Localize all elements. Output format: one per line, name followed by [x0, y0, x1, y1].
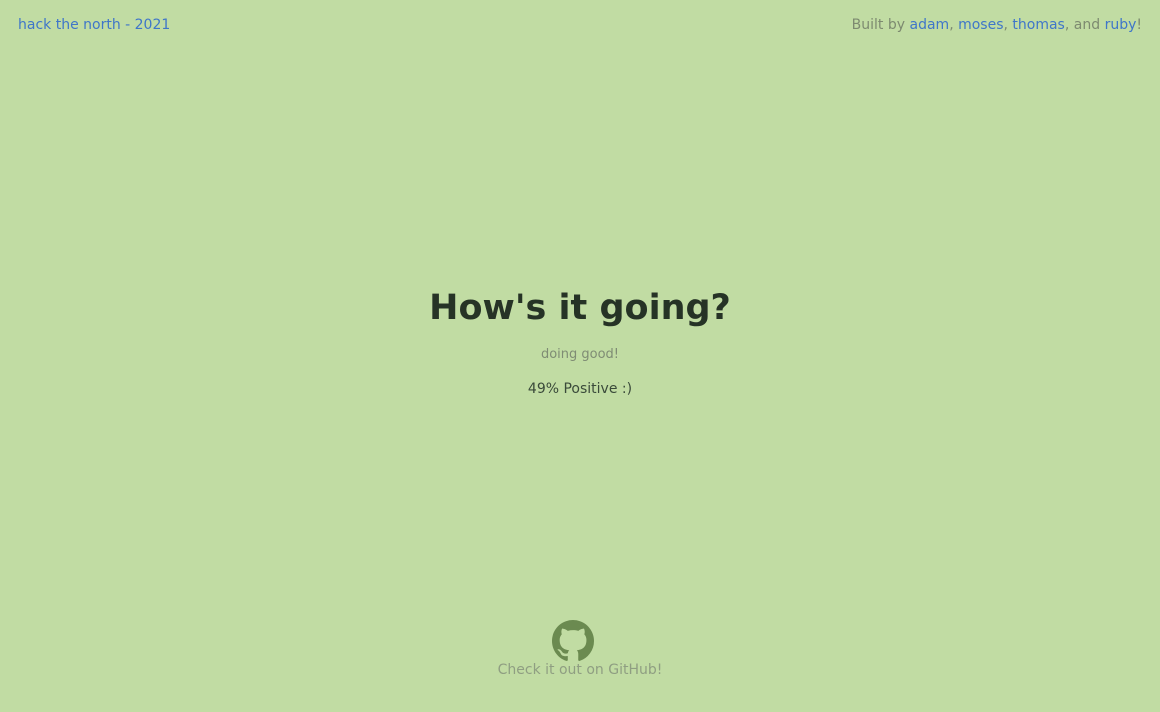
author-link-thomas[interactable]: thomas — [1012, 17, 1064, 33]
credits-separator: , and — [1064, 17, 1105, 33]
footer: Check it out on GitHub! — [0, 620, 1160, 679]
github-link-label: Check it out on GitHub! — [497, 662, 663, 678]
credits-suffix: ! — [1136, 17, 1142, 33]
author-link-adam[interactable]: adam — [910, 17, 950, 33]
credits-separator: , — [949, 17, 959, 33]
prompt-heading: How's it going? — [429, 288, 731, 328]
author-link-ruby[interactable]: ruby — [1105, 17, 1137, 33]
brand-link[interactable]: hack the north - 2021 — [18, 16, 170, 34]
main-content: How's it going? doing good! 49% Positive… — [0, 284, 1160, 398]
credits-prefix: Built by — [851, 17, 910, 33]
github-icon — [552, 620, 594, 661]
github-link[interactable]: Check it out on GitHub! — [497, 620, 663, 679]
speech-response-text: doing good! — [540, 347, 620, 362]
credits: Built by adam, moses, thomas, and ruby! — [852, 16, 1142, 34]
sentiment-score: 49% Positive :) — [527, 381, 633, 397]
author-link-moses[interactable]: moses — [958, 17, 1003, 33]
